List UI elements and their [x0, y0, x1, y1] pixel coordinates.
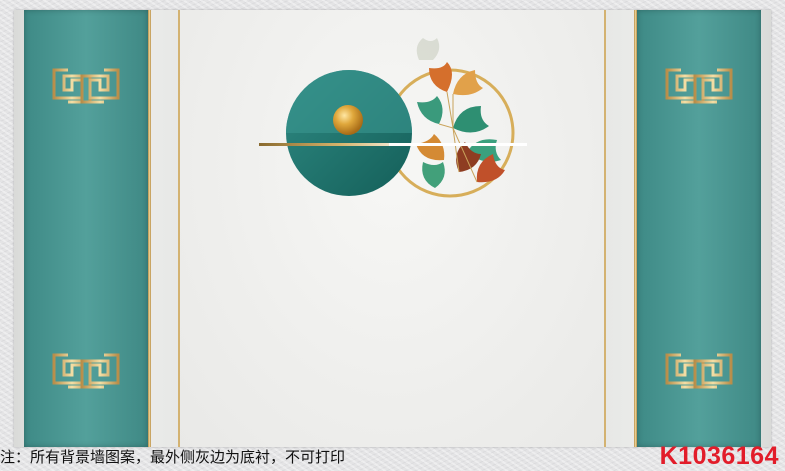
ginkgo-leaves: [416, 38, 505, 188]
printing-note: 注：所有背景墙图案，最外侧灰边为底衬，不可打印: [0, 448, 346, 466]
left-fret-pattern: [52, 10, 120, 447]
left-gold-edge: [148, 10, 151, 447]
right-fret-pattern: [665, 10, 733, 447]
product-code: K1036164: [659, 442, 779, 470]
right-inner-gold-line: [604, 10, 606, 447]
wall-artwork: [14, 10, 771, 447]
ginkgo-ornament: [259, 38, 527, 198]
gold-sphere: [333, 105, 363, 135]
